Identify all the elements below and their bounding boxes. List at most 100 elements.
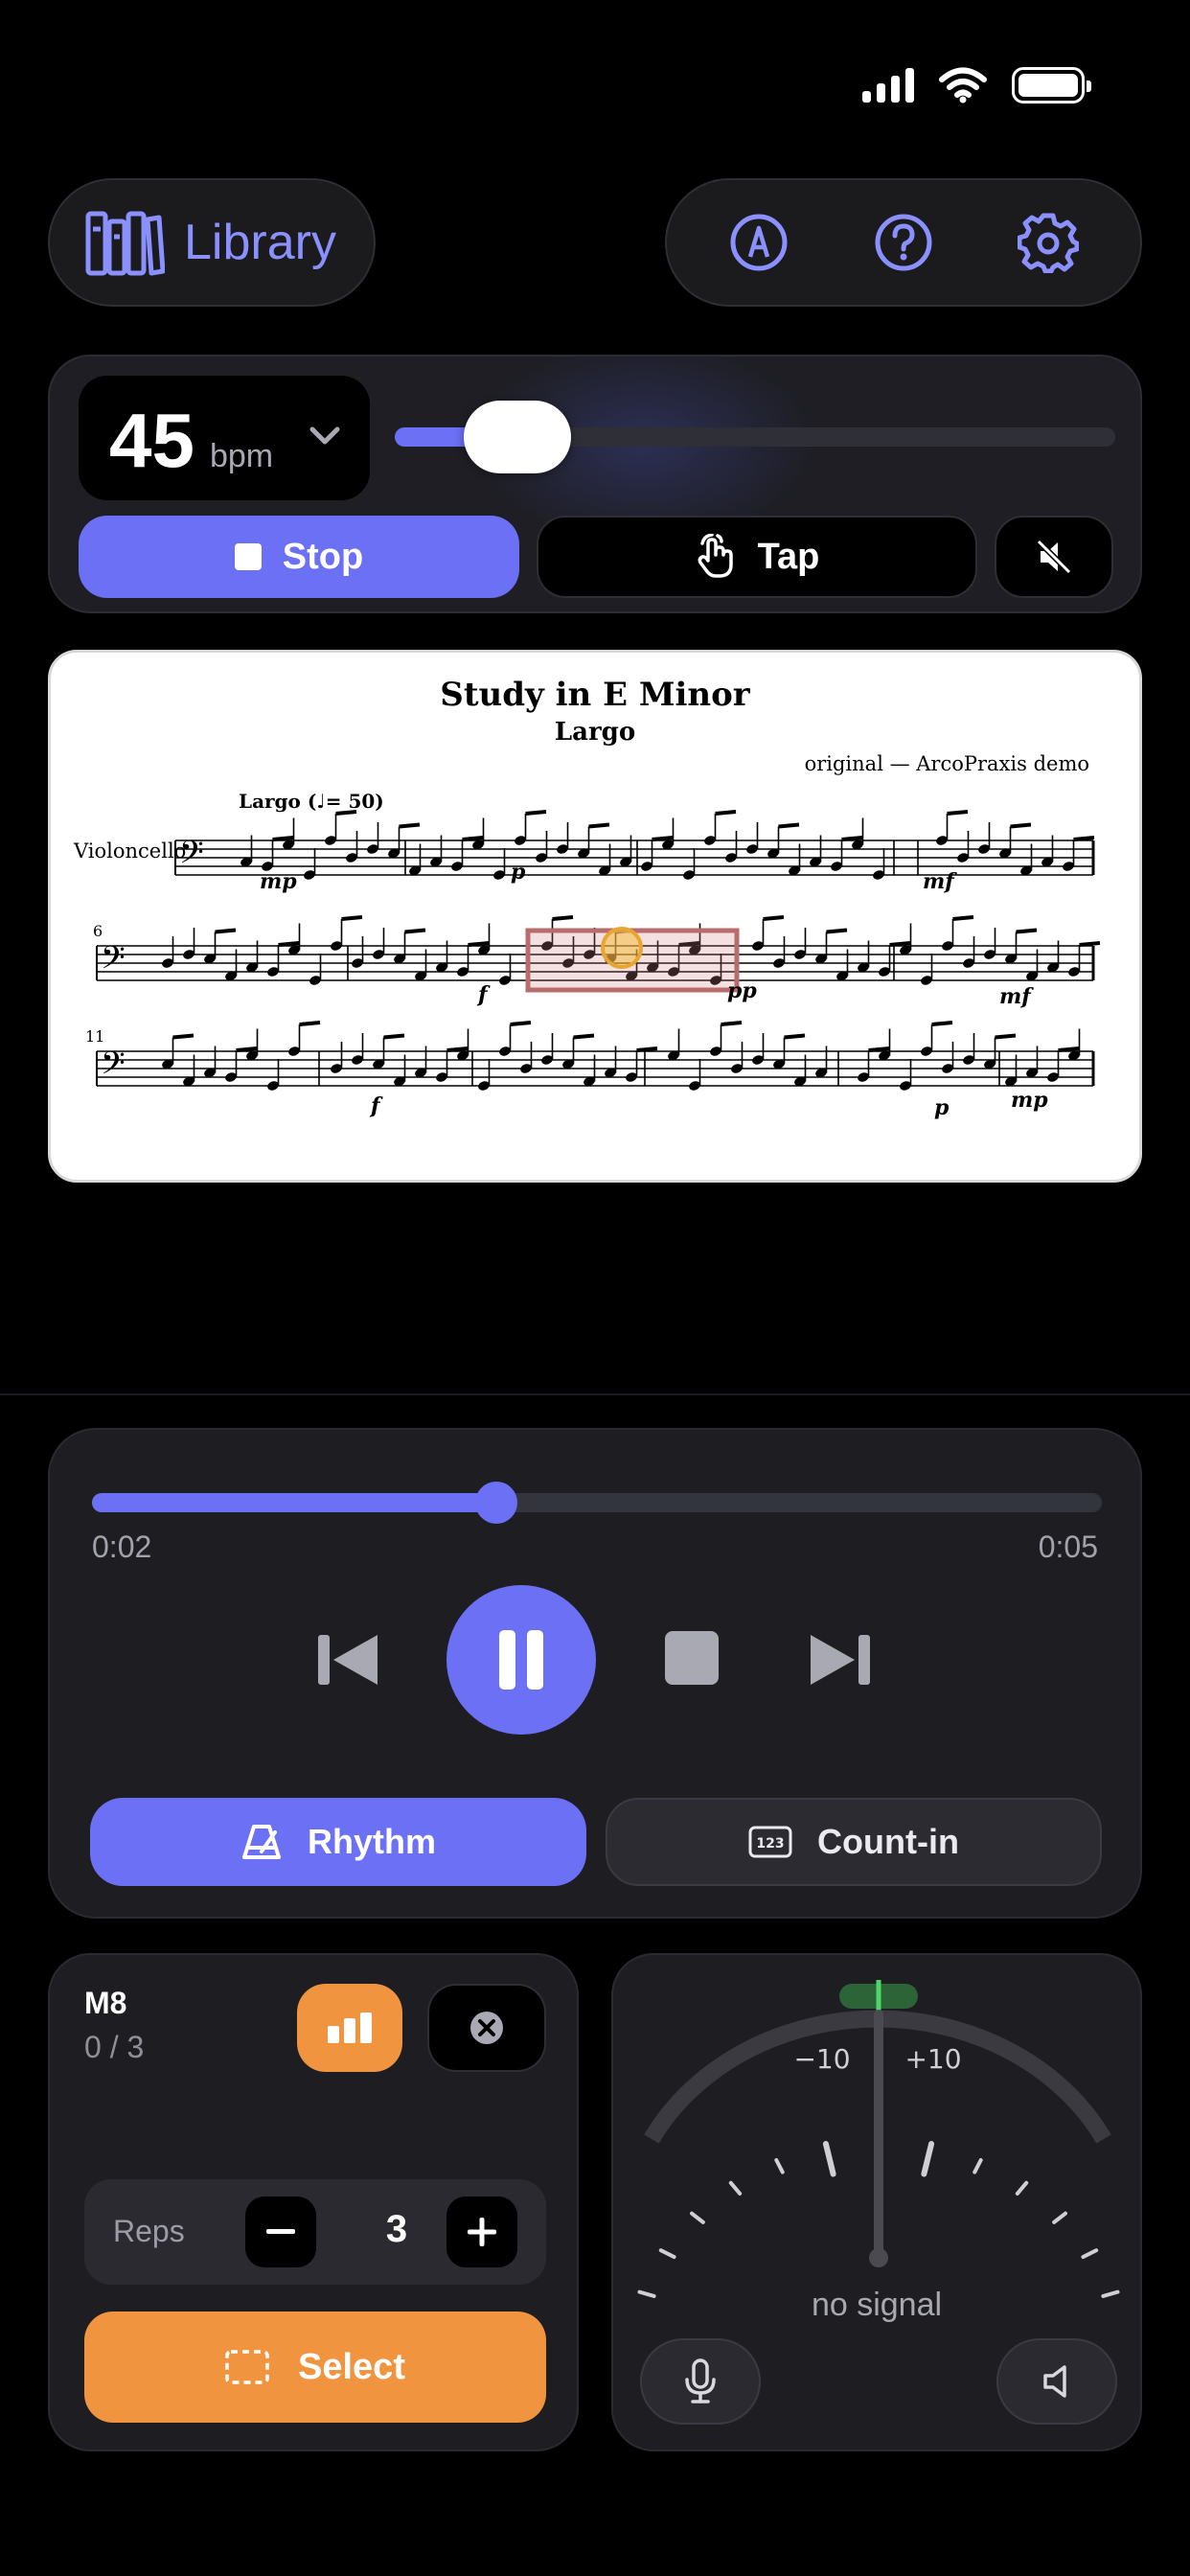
tuner-tick [774, 2157, 785, 2174]
skip-forward-button[interactable] [807, 1629, 874, 1690]
metronome-stop-button[interactable]: Stop [79, 516, 519, 598]
dynamic-mark: pp [727, 978, 757, 1003]
dynamic-mark: mp [1011, 1088, 1048, 1113]
note-beam [278, 941, 300, 947]
playback-scrubber[interactable] [92, 1482, 1102, 1524]
pause-button[interactable] [446, 1585, 596, 1735]
system-number: 6 [93, 922, 103, 940]
clear-loop-button[interactable] [427, 1984, 546, 2072]
dynamic-mark: mf [999, 984, 1034, 1009]
bass-clef: 𝄢 [101, 1046, 126, 1090]
pause-icon [499, 1630, 543, 1690]
sheet-music-view[interactable]: Study in E Minor Largo original — ArcoPr… [48, 650, 1142, 1183]
pencil-icon [730, 214, 788, 271]
note-beam [636, 1046, 658, 1052]
note-beam [299, 1021, 321, 1026]
note-beam [721, 1021, 743, 1026]
bass-clef: 𝄢 [101, 940, 126, 984]
tap-tempo-button[interactable]: Tap [537, 516, 977, 598]
tempo-slider-handle[interactable] [463, 401, 571, 473]
bar-chart-icon [328, 2012, 372, 2043]
stop-label: Stop [282, 536, 364, 577]
stop-icon [234, 543, 262, 570]
note-beam [778, 822, 800, 829]
note-beam [652, 836, 674, 841]
loop-stats-button[interactable] [297, 1984, 402, 2072]
note-beam [826, 928, 848, 934]
note-beam [341, 915, 363, 921]
library-icon [85, 211, 165, 276]
reps-increment-button[interactable] [446, 2196, 517, 2267]
annotate-button[interactable] [727, 211, 790, 274]
count-in-button[interactable]: 123 Count-in [606, 1798, 1102, 1886]
dashed-selection-icon [225, 2350, 269, 2384]
note-beam [399, 822, 421, 829]
dynamic-mark: f [476, 982, 491, 1007]
note-beam [552, 915, 574, 921]
bass-clef: 𝄢 [179, 835, 204, 879]
minus-icon [266, 2229, 295, 2234]
tuner-minus-label: −10 [793, 2043, 850, 2075]
microphone-icon [685, 2358, 716, 2404]
note-beam [931, 1021, 953, 1026]
tuner-tick [921, 2141, 935, 2177]
bpm-value: 45 [109, 398, 195, 483]
tempo-marking: Largo (♩= 50) [239, 790, 384, 813]
note-beam [868, 1046, 890, 1052]
tap-label: Tap [757, 536, 820, 577]
plus-icon [468, 2218, 496, 2246]
tuner-tick [822, 2141, 836, 2177]
reps-stepper: Reps 3 [84, 2179, 546, 2285]
note-beam [952, 915, 974, 921]
tuner-plus-label: +10 [904, 2043, 961, 2075]
stop-playback-button[interactable] [663, 1629, 721, 1687]
loop-count: 0 / 3 [84, 2030, 145, 2064]
note-beam [1073, 836, 1095, 841]
bpm-selector[interactable]: 45 bpm [79, 376, 370, 500]
note-beam [715, 810, 737, 816]
microphone-button[interactable] [640, 2338, 761, 2425]
skip-back-icon [318, 1635, 378, 1685]
note-beam [383, 1033, 405, 1040]
note-beam [1079, 941, 1101, 947]
status-bar [862, 67, 1091, 104]
mute-button[interactable] [995, 516, 1113, 598]
note-beam [573, 1033, 595, 1040]
tuner-tick [1081, 2248, 1099, 2260]
tempo-slider[interactable] [395, 401, 1115, 473]
note-beam [446, 1046, 469, 1052]
select-loop-button[interactable]: Select [84, 2312, 546, 2423]
instrument-name: Violoncello [73, 840, 186, 862]
time-elapsed: 0:02 [92, 1530, 152, 1564]
note-beam [335, 810, 357, 816]
note-beam [1058, 1046, 1080, 1052]
help-button[interactable] [872, 211, 935, 274]
note-beam [588, 822, 610, 829]
rhythm-button[interactable]: Rhythm [90, 1798, 586, 1886]
playback-progress-fill [92, 1493, 496, 1512]
note-beam [404, 928, 426, 934]
loop-measure: M8 [84, 1986, 127, 2020]
note-beam [784, 1033, 806, 1040]
settings-button[interactable] [1017, 211, 1080, 274]
note-beam [172, 1033, 195, 1040]
system-number: 11 [85, 1027, 104, 1046]
library-button[interactable]: Library [48, 178, 376, 307]
skip-back-button[interactable] [314, 1629, 381, 1690]
tuner-tick [973, 2157, 983, 2174]
tuner-tick [728, 2180, 743, 2196]
note-beam [462, 836, 484, 841]
cellular-signal-icon [862, 68, 914, 103]
dynamic-mark: p [934, 1095, 950, 1120]
note-beam [236, 1046, 258, 1052]
tuner-tick [690, 2211, 705, 2224]
note-beam [763, 915, 785, 921]
tap-hand-icon [698, 534, 733, 578]
dynamic-mark: f [369, 1093, 383, 1118]
playback-scrubber-handle[interactable] [474, 1482, 517, 1524]
tuner-tick [658, 2248, 676, 2260]
reps-decrement-button[interactable] [245, 2196, 316, 2267]
note-beam [525, 810, 547, 816]
counter-123-icon: 123 [748, 1826, 792, 1858]
reference-tone-button[interactable] [996, 2338, 1117, 2425]
